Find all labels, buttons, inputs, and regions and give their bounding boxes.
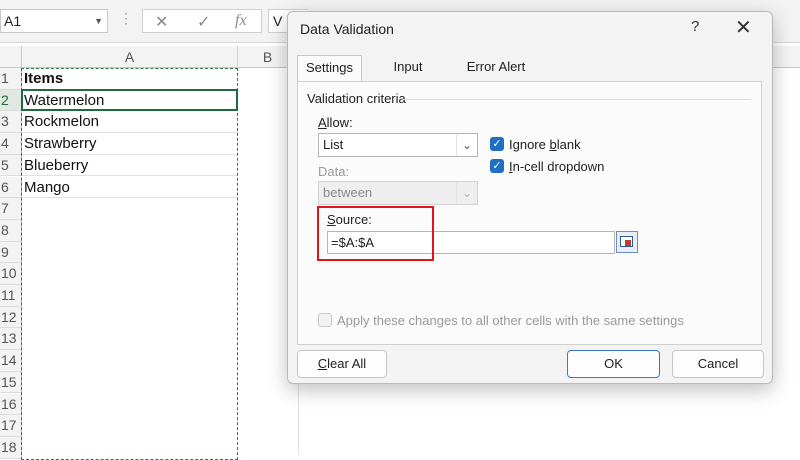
- row-header[interactable]: 12: [0, 306, 22, 329]
- chevron-down-icon[interactable]: ▼: [94, 10, 103, 32]
- range-selector-icon[interactable]: [616, 231, 638, 253]
- cancel-icon[interactable]: ✕: [155, 12, 168, 32]
- ok-button[interactable]: OK: [567, 350, 660, 378]
- row-header[interactable]: 5: [0, 154, 22, 177]
- row-header[interactable]: 14: [0, 350, 22, 372]
- allow-label: Allow:: [318, 115, 353, 130]
- close-icon[interactable]: ✕: [735, 15, 752, 40]
- ignore-blank-pre: Ignore: [509, 137, 550, 152]
- data-select-value: between: [323, 185, 373, 200]
- help-icon[interactable]: ?: [691, 18, 699, 35]
- data-label: Data:: [318, 164, 350, 179]
- clear-all-post: lear All: [327, 356, 367, 371]
- divider: [403, 99, 751, 100]
- data-validation-dialog: Data Validation ? ✕ Settings Input Messa…: [287, 11, 773, 384]
- tab-settings[interactable]: Settings: [297, 55, 362, 81]
- tab-error-alert[interactable]: Error Alert: [458, 55, 534, 81]
- formula-buttons: ✕ ✓ fx: [142, 9, 262, 33]
- ignore-blank-checkbox[interactable]: ✓: [490, 137, 504, 151]
- row-header[interactable]: 15: [0, 371, 22, 394]
- tab-input-message[interactable]: Input Message: [366, 55, 450, 98]
- validation-criteria-heading: Validation criteria: [307, 91, 406, 106]
- allow-label-key: A: [318, 115, 327, 130]
- insert-function-icon[interactable]: fx: [235, 12, 247, 30]
- row-header[interactable]: 8: [0, 219, 22, 242]
- ignore-blank-label: Ignore blank: [509, 137, 581, 152]
- in-cell-dropdown-checkbox[interactable]: ✓: [490, 159, 504, 173]
- row-header[interactable]: 13: [0, 328, 22, 351]
- clear-all-key: C: [317, 356, 328, 371]
- ignore-blank-post: lank: [556, 137, 581, 152]
- enter-icon[interactable]: ✓: [197, 12, 210, 32]
- row-header[interactable]: 16: [0, 393, 22, 416]
- row-header[interactable]: 10: [0, 263, 22, 285]
- name-box-value: A1: [4, 13, 22, 29]
- row-header[interactable]: 9: [0, 241, 22, 264]
- apply-all-label: Apply these changes to all other cells w…: [337, 313, 684, 328]
- clear-all-button[interactable]: Clear All: [297, 350, 387, 378]
- allow-select[interactable]: List ⌄: [318, 133, 478, 157]
- in-cell-dropdown-label: In-cell dropdown: [509, 159, 604, 174]
- active-cell-highlight: [21, 89, 238, 111]
- copy-marquee: [21, 68, 238, 460]
- row-header[interactable]: 4: [0, 133, 22, 155]
- row-header[interactable]: 11: [0, 285, 22, 307]
- allow-label-rest: llow:: [326, 115, 353, 130]
- select-all-corner[interactable]: [0, 46, 22, 68]
- allow-select-value: List: [323, 137, 344, 152]
- row-header[interactable]: 18: [0, 436, 22, 459]
- dialog-title: Data Validation: [300, 21, 394, 37]
- row-header[interactable]: 6: [0, 176, 22, 199]
- row-header[interactable]: 3: [0, 111, 22, 134]
- column-header-a[interactable]: A: [22, 46, 238, 68]
- chevron-down-icon[interactable]: ⌄: [456, 134, 477, 156]
- name-box[interactable]: A1 ▼: [0, 9, 108, 33]
- cancel-button[interactable]: Cancel: [672, 350, 764, 378]
- chevron-down-icon: ⌄: [456, 182, 477, 204]
- row-header[interactable]: 17: [0, 415, 22, 437]
- row-header[interactable]: 7: [0, 198, 22, 220]
- data-select: between ⌄: [318, 181, 478, 205]
- ignore-blank-key: b: [549, 137, 557, 152]
- apply-all-checkbox: [318, 313, 332, 327]
- in-cell-post: n-cell dropdown: [512, 159, 605, 174]
- settings-panel: Validation criteria Allow: List ⌄ ✓ Igno…: [297, 81, 762, 345]
- row-header[interactable]: 1: [0, 68, 22, 90]
- source-highlight-box: [317, 206, 434, 261]
- drag-handle-icon[interactable]: ⋮: [119, 10, 133, 27]
- row-header[interactable]: 2: [0, 89, 22, 112]
